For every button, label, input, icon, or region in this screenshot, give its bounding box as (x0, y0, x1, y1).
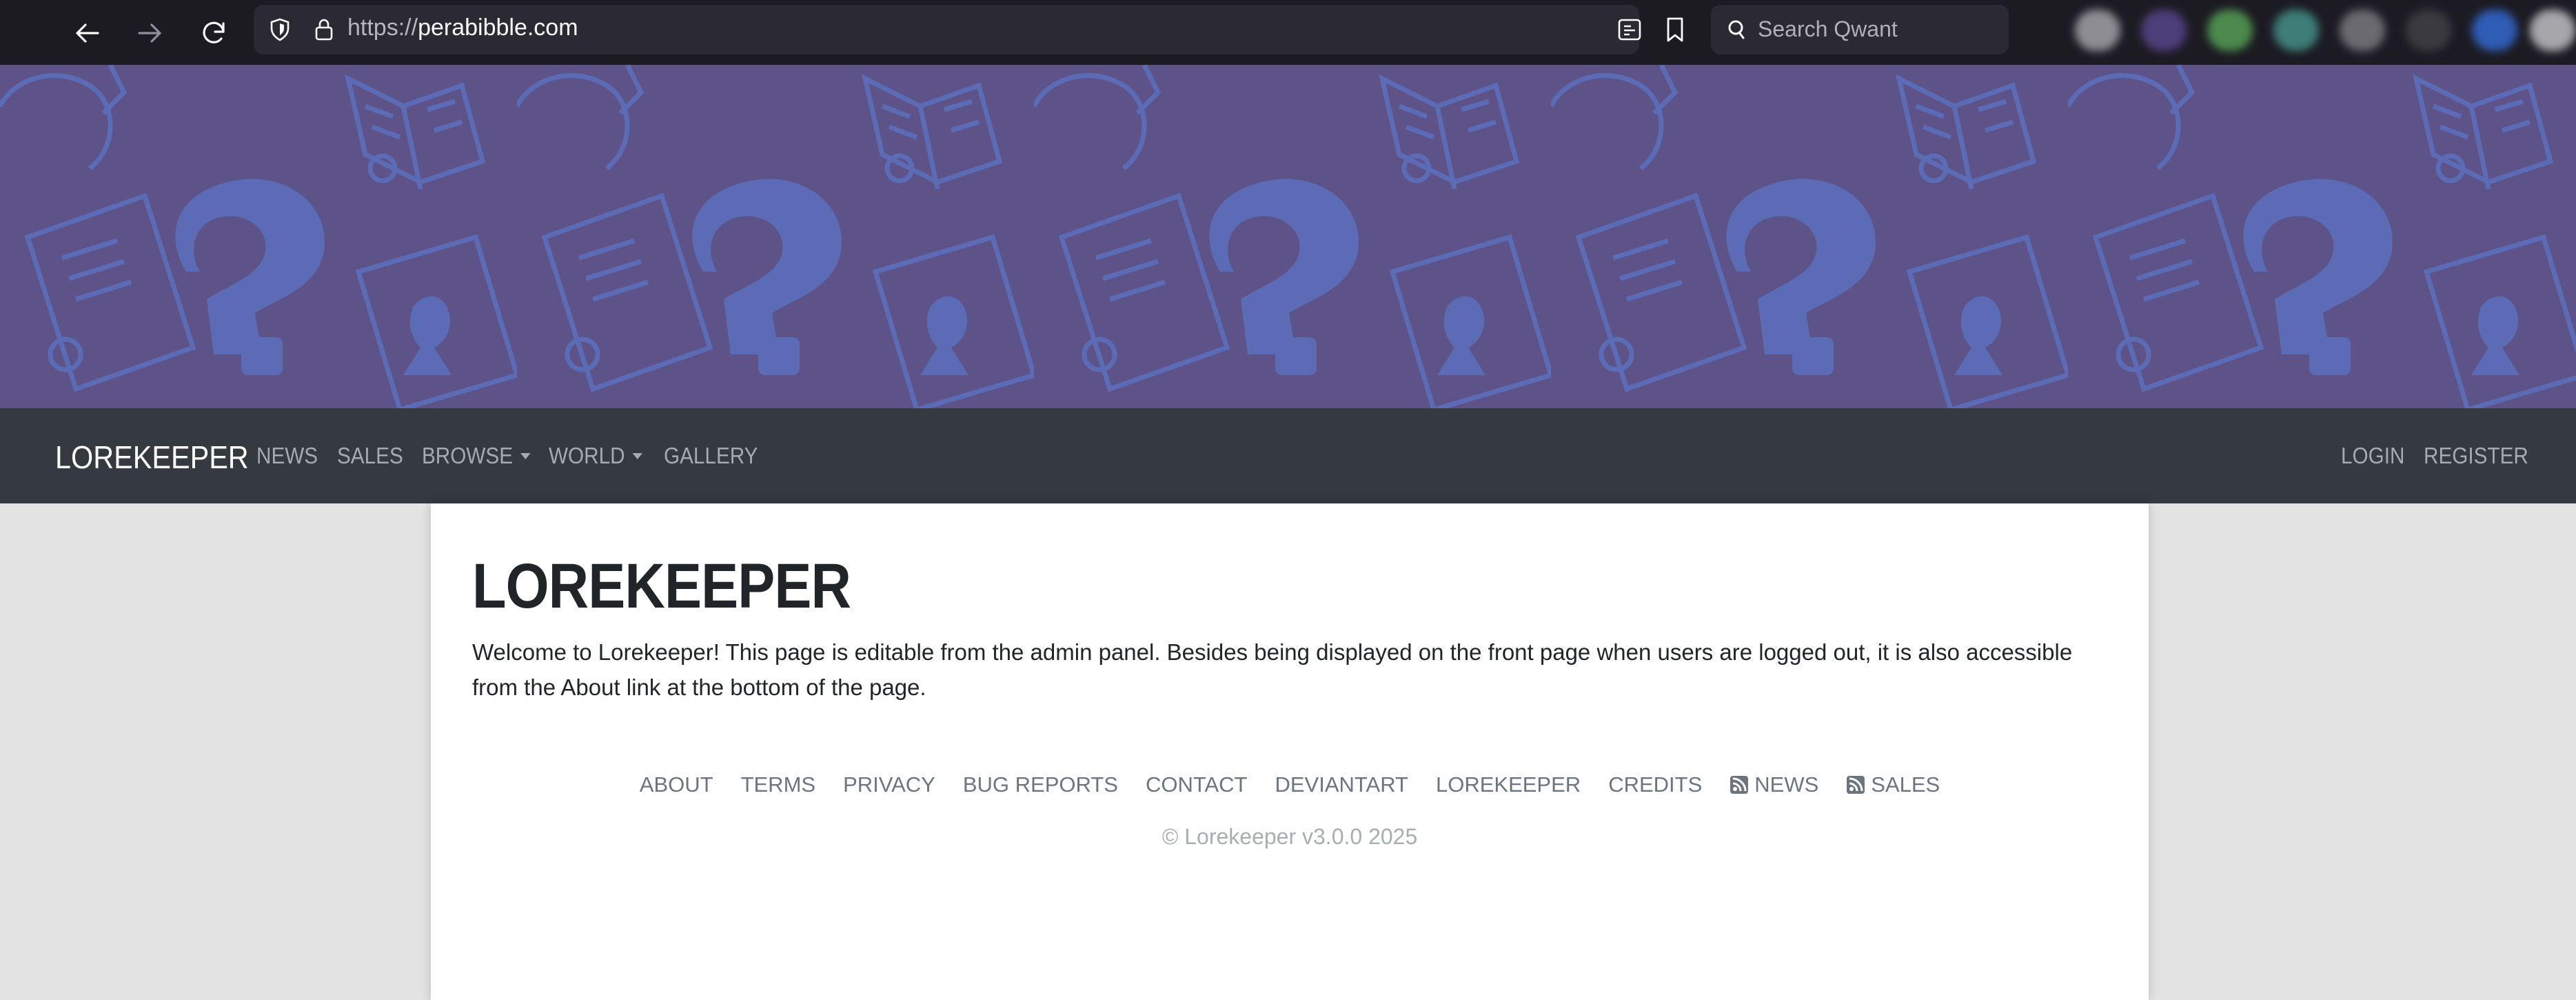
reader-view-icon[interactable] (1617, 17, 1642, 46)
footer-link-lorekeeper[interactable]: LOREKEEPER (1436, 772, 1581, 797)
search-input[interactable]: Search Qwant (1758, 17, 1898, 42)
page-title: LOREKEEPER (472, 551, 851, 621)
caret-down-icon (632, 452, 642, 459)
extension-icon[interactable] (2141, 10, 2187, 51)
lock-icon[interactable] (313, 17, 335, 46)
nav-dropdown-world[interactable]: WORLD (549, 443, 642, 469)
footer-links: ABOUT TERMS PRIVACY BUG REPORTS CONTACT … (431, 772, 2149, 797)
rss-icon (1730, 776, 1749, 794)
banner-pattern (0, 65, 2576, 408)
navbar-brand[interactable]: LOREKEEPER (55, 439, 249, 476)
register-label: REGISTER (2424, 443, 2528, 468)
footer-link-bug-reports[interactable]: BUG REPORTS (963, 772, 1118, 797)
footer-link-about[interactable]: ABOUT (640, 772, 713, 797)
login-label: LOGIN (2341, 443, 2405, 468)
nav-dropdown-browse[interactable]: BROWSE (422, 443, 531, 469)
nav-link-sales[interactable]: SALES (337, 443, 403, 469)
nav-link-label: NEWS (256, 443, 318, 468)
copyright-text: © Lorekeeper v3.0.0 2025 (1162, 824, 1418, 849)
intro-text: Welcome to Lorekeeper! This page is edit… (472, 639, 2073, 700)
footer-link-privacy[interactable]: PRIVACY (843, 772, 935, 797)
browser-toolbar: https://perabibble.com Search Qwant (0, 0, 2576, 65)
footer-link-terms[interactable]: TERMS (741, 772, 816, 797)
footer-link-rss-sales[interactable]: SALES (1846, 772, 1940, 797)
search-bar[interactable]: Search Qwant (1711, 5, 2009, 54)
main-content: LOREKEEPER Welcome to Lorekeeper! This p… (431, 503, 2149, 1000)
nav-link-label: WORLD (549, 443, 625, 468)
site-banner (0, 65, 2576, 408)
register-link[interactable]: REGISTER (2424, 443, 2528, 469)
extension-icon[interactable] (2406, 10, 2451, 51)
rss-sales-label: SALES (1871, 772, 1940, 797)
bookmark-icon[interactable] (1665, 17, 1685, 46)
extension-icon[interactable] (2273, 10, 2319, 51)
nav-link-gallery[interactable]: GALLERY (664, 443, 758, 469)
reload-icon[interactable] (193, 12, 234, 54)
extension-icon[interactable] (2530, 10, 2575, 51)
nav-link-label: BROWSE (422, 443, 514, 468)
caret-down-icon (520, 452, 531, 459)
rss-news-label: NEWS (1754, 772, 1819, 797)
url-host: perabibble.com (418, 14, 578, 41)
extension-icon[interactable] (2075, 10, 2120, 51)
main-navbar: LOREKEEPER NEWS SALES BROWSE WORLD GALLE… (0, 408, 2576, 503)
footer-link-credits[interactable]: CREDITS (1608, 772, 1702, 797)
forward-icon[interactable] (130, 12, 171, 54)
footer-link-contact[interactable]: CONTACT (1146, 772, 1248, 797)
login-link[interactable]: LOGIN (2341, 443, 2404, 469)
nav-link-label: GALLERY (664, 443, 758, 468)
extension-icon[interactable] (2207, 10, 2253, 51)
nav-link-news[interactable]: NEWS (256, 443, 318, 469)
extension-icon[interactable] (2340, 10, 2385, 51)
footer-link-rss-news[interactable]: NEWS (1730, 772, 1818, 797)
shield-icon[interactable] (267, 17, 292, 46)
url-text[interactable]: https://perabibble.com (347, 14, 578, 41)
url-protocol: https:// (347, 14, 418, 41)
rss-icon (1847, 776, 1865, 794)
url-bar[interactable]: https://perabibble.com (254, 5, 1683, 54)
nav-link-label: SALES (337, 443, 403, 468)
footer-link-deviantart[interactable]: DEVIANTART (1275, 772, 1408, 797)
extension-icon[interactable] (2472, 10, 2517, 51)
qwant-icon (1726, 19, 1747, 44)
back-icon[interactable] (66, 12, 108, 54)
